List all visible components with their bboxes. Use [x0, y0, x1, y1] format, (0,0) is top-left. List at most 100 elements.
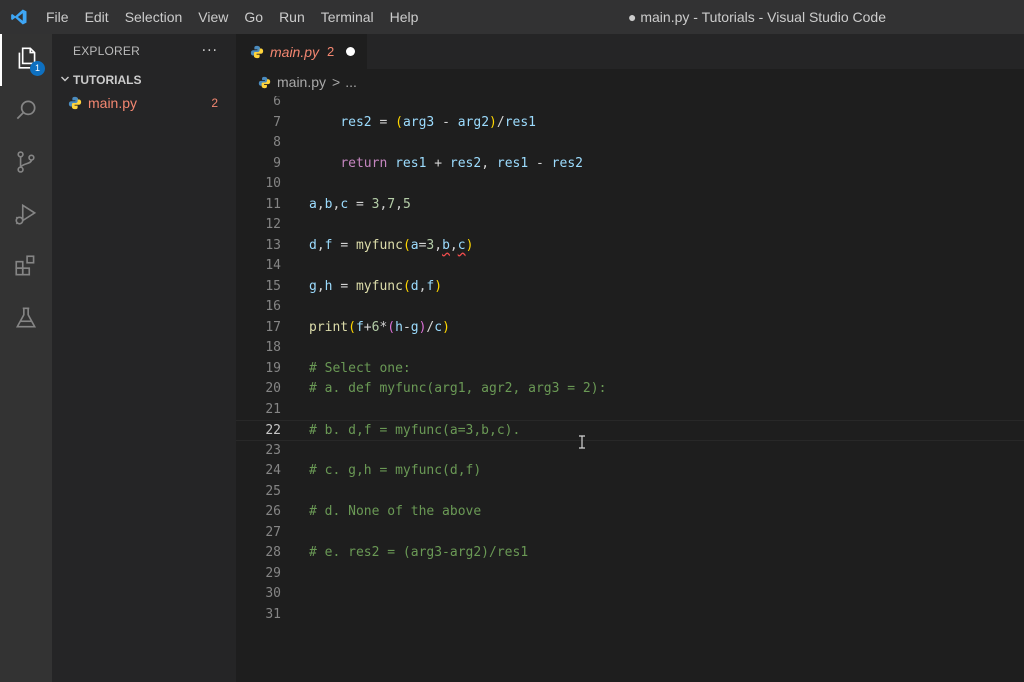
- code-editor[interactable]: 67 res2 = (arg3 - arg2)/res1 8 9 return re…: [236, 96, 1024, 682]
- code-text: g,h = myfunc(d,f): [309, 278, 443, 294]
- code-line[interactable]: 9 return res1 + res2, res1 - res2: [236, 154, 1024, 175]
- code-text: return res1 + res2, res1 - res2: [340, 155, 583, 171]
- menu-run[interactable]: Run: [271, 0, 313, 34]
- search-activity[interactable]: [0, 86, 52, 138]
- code-text: # c. g,h = myfunc(d,f): [309, 463, 482, 478]
- code-line[interactable]: 12: [236, 215, 1024, 236]
- extensions-activity[interactable]: [0, 242, 52, 294]
- tab-main-py[interactable]: main.py 2: [236, 34, 368, 69]
- code-line[interactable]: 30: [236, 584, 1024, 605]
- line-number: 22: [265, 423, 281, 438]
- file-main-py[interactable]: main.py 2: [52, 92, 236, 114]
- menu-go[interactable]: Go: [236, 0, 271, 34]
- code-line[interactable]: 17 print(f+6*(h-g)/c): [236, 318, 1024, 339]
- line-number: 31: [265, 606, 281, 622]
- breadcrumb-separator: >: [332, 74, 341, 90]
- breadcrumb-file[interactable]: main.py: [277, 74, 326, 90]
- title-bar: File Edit Selection View Go Run Terminal…: [0, 0, 1024, 34]
- line-number: 26: [265, 504, 281, 519]
- code-line[interactable]: 28 # e. res2 = (arg3-arg2)/res1: [236, 543, 1024, 564]
- code-line[interactable]: 10: [236, 174, 1024, 195]
- code-line[interactable]: 26 # d. None of the above: [236, 502, 1024, 523]
- code-line[interactable]: 14: [236, 256, 1024, 277]
- line-number: 17: [265, 319, 281, 335]
- line-number: 21: [265, 401, 281, 417]
- code-line[interactable]: 16: [236, 297, 1024, 318]
- explorer-activity[interactable]: 1: [0, 34, 52, 86]
- menu-file[interactable]: File: [38, 0, 77, 34]
- search-icon: [13, 97, 39, 127]
- code-line[interactable]: 22 # b. d,f = myfunc(a=3,b,c).: [236, 420, 1024, 441]
- code-line[interactable]: 18: [236, 338, 1024, 359]
- code-text: # e. res2 = (arg3-arg2)/res1: [309, 545, 529, 560]
- code-line[interactable]: 29: [236, 564, 1024, 585]
- text-cursor-icon: [578, 434, 588, 450]
- line-number: 27: [265, 524, 281, 540]
- code-line[interactable]: 27: [236, 523, 1024, 544]
- tab-label: main.py: [270, 43, 320, 60]
- unsaved-dot-icon[interactable]: [346, 47, 356, 56]
- breadcrumb-symbols[interactable]: ...: [345, 74, 357, 90]
- line-number: 9: [273, 155, 281, 171]
- code-line[interactable]: 11 a,b,c = 3,7,5: [236, 195, 1024, 216]
- code-line[interactable]: 19 # Select one:: [236, 359, 1024, 380]
- code-line[interactable]: 15 g,h = myfunc(d,f): [236, 277, 1024, 298]
- line-number: 28: [265, 545, 281, 560]
- source-control-activity[interactable]: [0, 138, 52, 190]
- source-control-icon: [13, 149, 39, 179]
- code-line[interactable]: 13 d,f = myfunc(a=3,b,c): [236, 236, 1024, 257]
- line-number: 15: [265, 278, 281, 294]
- extensions-icon: [13, 253, 39, 283]
- menu-view[interactable]: View: [190, 0, 236, 34]
- menu-edit[interactable]: Edit: [77, 0, 117, 34]
- code-line[interactable]: 7 res2 = (arg3 - arg2)/res1: [236, 113, 1024, 134]
- activity-bar: 1: [0, 34, 52, 682]
- editor-area: main.py 2 main.py > ... 6 7 res2 = (arg3 …: [236, 34, 1024, 682]
- code-text: print(f+6*(h-g)/c): [309, 319, 450, 335]
- folder-name: TUTORIALS: [73, 73, 142, 87]
- breadcrumb: main.py > ...: [236, 69, 1024, 95]
- code-line[interactable]: 31: [236, 605, 1024, 626]
- line-number: 6: [273, 96, 281, 109]
- code-line[interactable]: 23: [236, 441, 1024, 462]
- line-number: 18: [265, 340, 281, 355]
- testing-activity[interactable]: [0, 294, 52, 346]
- code-line[interactable]: 8: [236, 133, 1024, 154]
- code-text: # Select one:: [309, 360, 411, 376]
- line-number: 10: [265, 176, 281, 191]
- code-text: res2 = (arg3 - arg2)/res1: [340, 114, 537, 130]
- code-text: a,b,c = 3,7,5: [309, 196, 411, 212]
- code-line[interactable]: 6: [236, 96, 1024, 113]
- chevron-down-icon: [57, 74, 73, 87]
- code-text: # b. d,f = myfunc(a=3,b,c).: [309, 423, 521, 438]
- folder-tutorials[interactable]: TUTORIALS: [52, 68, 236, 92]
- line-number: 8: [273, 135, 281, 150]
- menu-selection[interactable]: Selection: [117, 0, 191, 34]
- line-number: 30: [265, 586, 281, 601]
- code-line[interactable]: 21: [236, 400, 1024, 421]
- line-number: 7: [273, 114, 281, 130]
- code-line[interactable]: 25: [236, 482, 1024, 503]
- sidebar-header: EXPLORER ···: [52, 34, 236, 68]
- line-number: 13: [265, 237, 281, 253]
- code-text: # d. None of the above: [309, 504, 482, 519]
- flask-icon: [13, 305, 39, 335]
- run-debug-activity[interactable]: [0, 190, 52, 242]
- code-line[interactable]: 24 # c. g,h = myfunc(d,f): [236, 461, 1024, 482]
- line-number: 11: [265, 196, 281, 212]
- python-file-icon: [258, 74, 274, 90]
- menu-help[interactable]: Help: [382, 0, 427, 34]
- code-line[interactable]: 20 # a. def myfunc(arg1, agr2, arg3 = 2):: [236, 379, 1024, 400]
- more-actions-icon[interactable]: ···: [202, 43, 218, 59]
- code-text: d,f = myfunc(a=3,b,c): [309, 237, 474, 253]
- problem-count-badge: 2: [211, 96, 218, 110]
- line-number: 12: [265, 217, 281, 232]
- line-number: 23: [265, 442, 281, 458]
- line-number: 20: [265, 381, 281, 396]
- menu-terminal[interactable]: Terminal: [313, 0, 382, 34]
- code-text: # a. def myfunc(arg1, agr2, arg3 = 2):: [309, 381, 607, 396]
- line-number: 24: [265, 463, 281, 478]
- file-name: main.py: [88, 95, 138, 111]
- line-number: 25: [265, 483, 281, 499]
- menu-bar: File Edit Selection View Go Run Terminal…: [38, 0, 426, 34]
